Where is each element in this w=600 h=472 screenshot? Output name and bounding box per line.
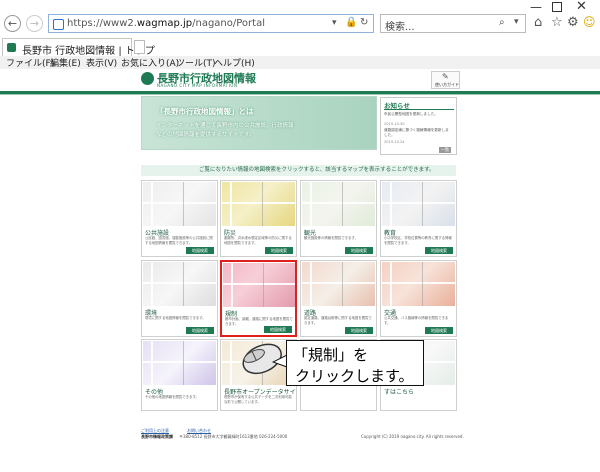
map-search-button[interactable]: 地図検索 [264, 326, 292, 333]
gear-icon[interactable]: ⚙ [567, 15, 579, 30]
search-placeholder: 検索... [385, 22, 415, 33]
favorites-icon[interactable]: ☆ [551, 15, 563, 30]
instruction-callout: 「規制」を クリックします。 [286, 340, 424, 386]
menu-view[interactable]: 表示(V) [86, 56, 117, 69]
home-icon[interactable]: ⌂ [534, 15, 542, 30]
browser-tab[interactable]: 長野市 行政地図情報 | トップ [2, 38, 155, 57]
map-search-button[interactable]: 地図検索 [345, 327, 373, 334]
news-item[interactable]: 道路認定線に基づく路線情報を更新しました。 [384, 128, 450, 138]
help-guide-label: 使い方ガイド [435, 82, 459, 87]
city-logo-icon [141, 72, 154, 85]
maximize-icon[interactable] [552, 2, 562, 12]
card-regulation[interactable]: 規制 都市計画、景観、道路に関する地図を閲覧できます。 地図検索 [220, 260, 297, 337]
news-date: 2019.10.24 [384, 140, 405, 144]
footer-copyright: Copyright (C) 2019 nagano city. All righ… [361, 434, 464, 439]
site-subtitle: NAGANO CITY MAP INFORMATION [157, 83, 238, 88]
map-search-button[interactable]: 地図検索 [186, 247, 214, 254]
card-disaster-prevention[interactable]: 防災 避難所、洪水浸水想定区域等の防災に関する地図を閲覧できます。 地図検索 [220, 180, 297, 257]
banner-heading: 「長野市行政地図情報」とは [156, 107, 254, 116]
footer-address: 〒380-8512 長野市大字鶴賀緑町1613番地 026-224-5000 [179, 434, 288, 439]
card-others[interactable]: その他 その他の地図情報を閲覧できます。 [141, 339, 218, 411]
close-icon[interactable]: ✕ [576, 0, 587, 14]
intro-banner: 「長野市行政地図情報」とは インターネットを通じて長野市内の公共施設、行政情報 … [141, 96, 377, 150]
news-item[interactable]: 市民公開型地図を更新しました。 [384, 112, 450, 117]
card-description: その他の地図情報を閲覧できます。 [145, 395, 199, 399]
search-box[interactable]: 検索... ⌕ ▾ [380, 14, 526, 33]
map-search-button[interactable]: 地図検索 [425, 327, 453, 334]
callout-line-1: 「規制」を [293, 346, 369, 364]
banner-line-1: インターネットを通じて長野市内の公共施設、行政情報 [156, 123, 294, 129]
footer-dept: 長野市情報政策課 [141, 434, 173, 439]
address-bar[interactable]: https://www2.wagmap.jp/nagano/Portal ▾ 🔒… [48, 14, 374, 33]
menu-file[interactable]: ファイル(F) [6, 56, 54, 69]
card-title: すはこちら [384, 389, 415, 396]
window-controls: — ✕ [528, 0, 598, 14]
ie-page-icon [53, 19, 64, 30]
news-more-link[interactable]: 一覧 [439, 147, 451, 153]
header-divider-light [0, 94, 600, 95]
news-date: 2019.10.30 [384, 122, 405, 126]
callout-line-2: クリックします。 [295, 367, 414, 385]
card-tourism[interactable]: 観光 観光施設等の情報を閲覧できます。 地図検索 [300, 180, 377, 257]
card-description: 長野市が保有する公共データを二次利用可能な形で公開しています。 [224, 395, 292, 404]
minimize-icon[interactable]: — [530, 0, 542, 14]
card-transportation[interactable]: 交通 公共交通、バス路線等の情報を閲覧できます。 地図検索 [380, 260, 457, 337]
card-description: 公民館、図書館、運動施設等の公共施設に関する地図情報を閲覧できます。 [145, 236, 213, 245]
map-search-button[interactable]: 地図検索 [186, 327, 214, 334]
card-map-thumbnail [382, 182, 455, 226]
card-description: 認定道路、道路台帳等に関する地図を閲覧できます。 [304, 316, 372, 325]
search-icon[interactable]: ⌕ [499, 17, 505, 28]
forward-button[interactable]: → [26, 15, 43, 32]
menu-tools[interactable]: ツール(T) [176, 56, 216, 69]
refresh-icon[interactable]: ↻ [360, 17, 368, 28]
card-public-facilities[interactable]: 公共施設 公民館、図書館、運動施設等の公共施設に関する地図情報を閲覧できます。 地図… [141, 180, 218, 257]
map-search-button[interactable]: 地図検索 [425, 247, 453, 254]
tab-favicon [7, 43, 16, 52]
card-description: 公共交通、バス路線等の情報を閲覧できます。 [384, 316, 449, 325]
card-description: 避難所、洪水浸水想定区域等の防災に関する地図を閲覧できます。 [224, 236, 292, 245]
menu-favorites[interactable]: お気に入り(A) [121, 56, 179, 69]
search-dropdown-icon[interactable]: ▾ [514, 17, 519, 27]
news-panel: お知らせ 市民公開型地図を更新しました。 2019.10.30 道路認定線に基づ… [380, 97, 457, 155]
menu-edit[interactable]: 編集(E) [50, 56, 81, 69]
menu-help[interactable]: ヘルプ(H) [214, 56, 255, 69]
card-map-thumbnail [302, 182, 375, 226]
back-button[interactable]: ← [4, 15, 21, 32]
card-description: 観光施設等の情報を閲覧できます。 [304, 236, 358, 240]
menu-bar: ファイル(F) 編集(E) 表示(V) お気に入り(A) ツール(T) ヘルプ(… [0, 56, 600, 69]
site-header: 長野市行政地図情報 NAGANO CITY MAP INFORMATION ✎ … [0, 69, 600, 91]
url-text: https://www2.wagmap.jp/nagano/Portal [67, 18, 265, 29]
instruction-strip: ご覧になりたい情報の地図検索をクリックすると、該当するマップを表示することができ… [141, 165, 456, 176]
new-tab-button[interactable] [134, 40, 145, 54]
guide-icon: ✎ [442, 72, 449, 81]
card-education[interactable]: 教育 小中学校区、学校位置等の教育に関する情報を閲覧できます。 地図検索 [380, 180, 457, 257]
card-map-thumbnail [382, 262, 455, 306]
instruction-text: ご覧になりたい情報の地図検索をクリックすると、該当するマップを表示することができ… [199, 167, 435, 173]
card-map-thumbnail [143, 182, 216, 226]
card-map-thumbnail [302, 262, 375, 306]
card-roads[interactable]: 道路 認定道路、道路台帳等に関する地図を閲覧できます。 地図検索 [300, 260, 377, 337]
footer: ご利用上の注意 お問い合わせ 長野市情報政策課 〒380-8512 長野市大字鶴… [141, 424, 464, 444]
lock-icon[interactable]: 🔒 [345, 17, 357, 28]
map-search-button[interactable]: 地図検索 [265, 247, 293, 254]
banner-line-2: などの地図情報を提供するサイトです。 [156, 132, 255, 138]
help-guide-button[interactable]: ✎ 使い方ガイド [431, 71, 460, 89]
map-search-button[interactable]: 地図検索 [345, 247, 373, 254]
card-map-thumbnail [223, 263, 295, 307]
card-map-thumbnail [143, 262, 216, 306]
card-description: 環境に関する地図情報を閲覧できます。 [145, 316, 206, 320]
dropdown-icon[interactable]: ▾ [332, 18, 337, 28]
card-map-thumbnail [222, 182, 295, 226]
card-description: 小中学校区、学校位置等の教育に関する情報を閲覧できます。 [384, 236, 452, 245]
card-environment[interactable]: 環境 環境に関する地図情報を閲覧できます。 地図検索 [141, 260, 218, 337]
card-map-thumbnail [143, 341, 216, 385]
smiley-icon[interactable]: ☺ [583, 15, 596, 29]
